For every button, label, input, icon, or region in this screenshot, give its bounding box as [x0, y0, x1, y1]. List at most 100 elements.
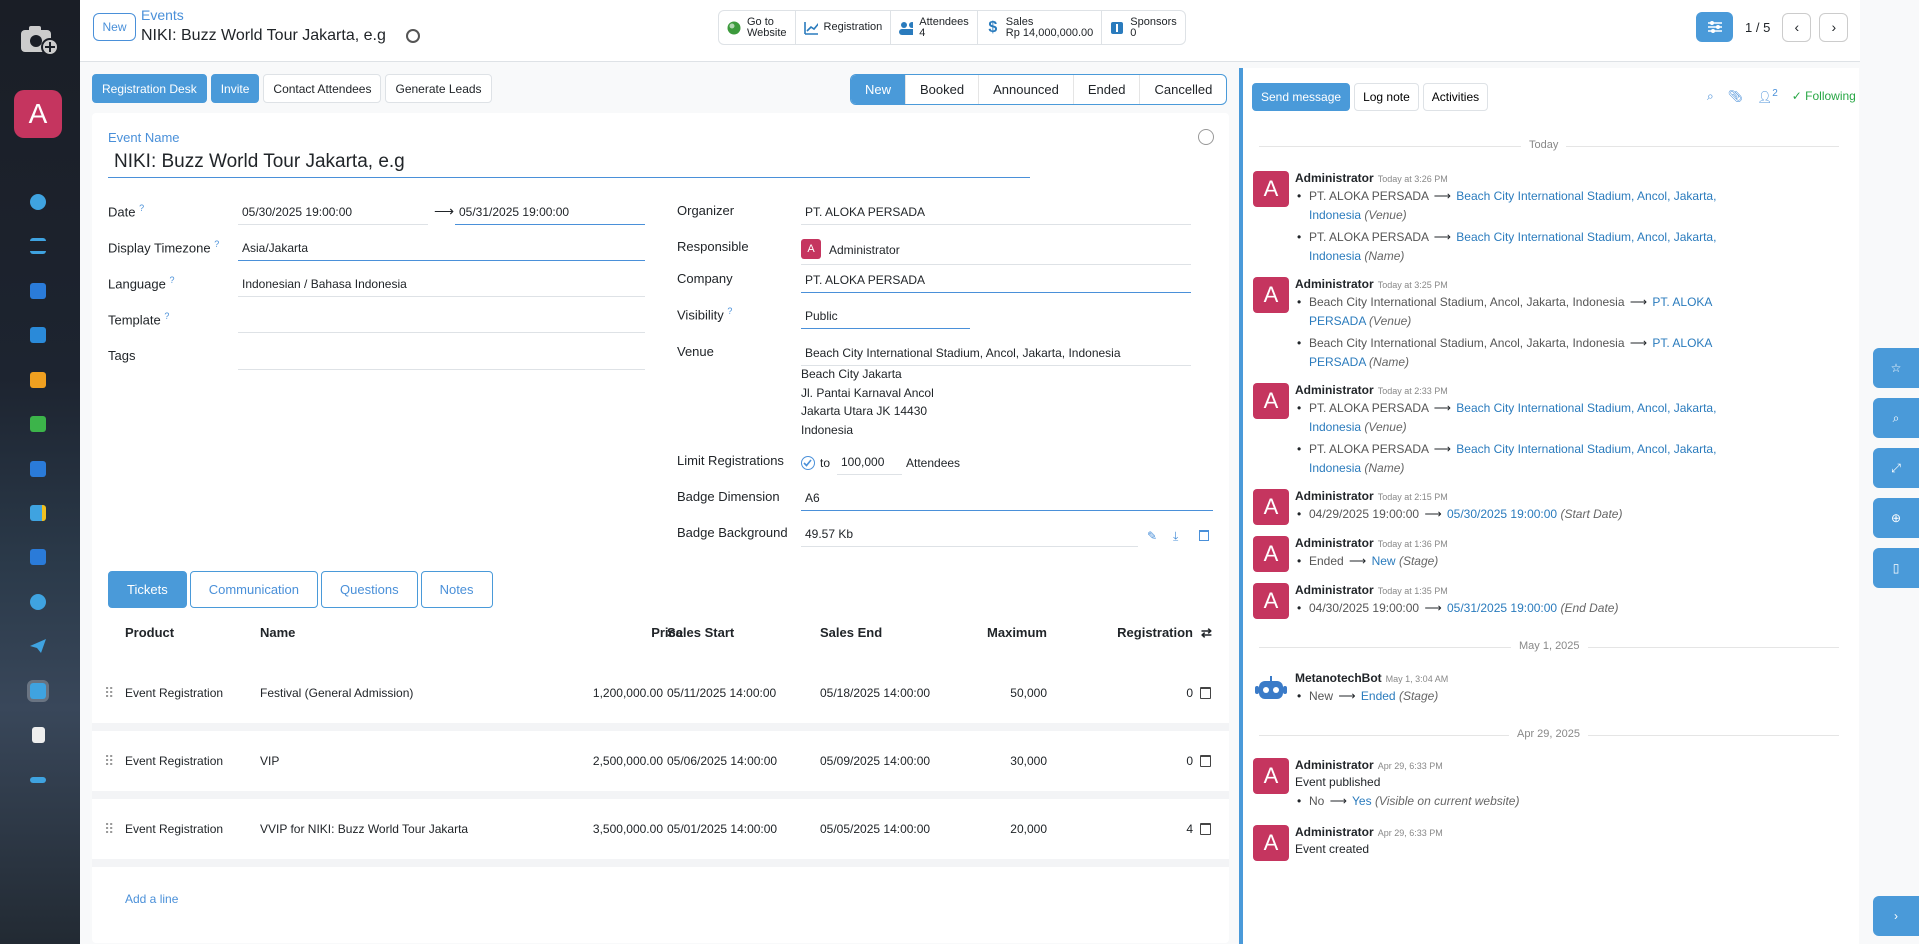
stage-announced[interactable]: Announced	[979, 75, 1074, 104]
generate-leads-button[interactable]: Generate Leads	[385, 74, 492, 103]
badge-dimension-select[interactable]: A6	[801, 491, 1213, 511]
pager-previous-button[interactable]: ‹	[1782, 12, 1812, 42]
download-icon[interactable]: ⤓	[1173, 529, 1178, 544]
breadcrumb-events[interactable]: Events	[141, 7, 184, 23]
limit-value-input[interactable]: 100,000	[837, 455, 902, 475]
followers-icon[interactable]: 👤︎2	[1757, 88, 1778, 104]
col-registration[interactable]: Registration	[1092, 625, 1193, 640]
event-name-input[interactable]: NIKI: Buzz World Tour Jakarta, e.g	[108, 149, 1030, 178]
author-avatar[interactable]: A	[1253, 277, 1289, 313]
zoom-icon[interactable]: ⊕	[1873, 498, 1919, 538]
venue-select[interactable]: Beach City International Stadium, Ancol,…	[801, 346, 1191, 366]
organizer-select[interactable]: PT. ALOKA PERSADA	[801, 205, 1191, 225]
tab-notes[interactable]: Notes	[420, 571, 493, 608]
template-select[interactable]	[238, 313, 645, 333]
limit-checkbox[interactable]	[801, 456, 815, 470]
company-select[interactable]: PT. ALOKA PERSADA	[801, 273, 1191, 293]
sponsors-stat-button[interactable]: Sponsors 0	[1102, 11, 1184, 44]
send-message-button[interactable]: Send message	[1252, 83, 1351, 111]
kanban-state-icon[interactable]	[1198, 129, 1214, 145]
trash-icon[interactable]	[1200, 823, 1211, 835]
social-app-icon[interactable]	[28, 592, 48, 612]
invite-button[interactable]: Invite	[210, 74, 260, 103]
registration-stat-button[interactable]: Registration	[796, 11, 892, 44]
events-app-icon[interactable]	[27, 680, 49, 702]
author-avatar[interactable]: A	[1253, 583, 1289, 619]
following-button[interactable]: ✓ Following	[1792, 89, 1856, 103]
badge-background-file[interactable]: 49.57 Kb	[801, 527, 1138, 547]
tab-communication[interactable]: Communication	[189, 571, 319, 608]
attendees-stat-button[interactable]: Attendees 4	[891, 11, 978, 44]
drag-handle-icon[interactable]: ⠿	[104, 685, 114, 702]
new-record-button[interactable]: New	[93, 13, 136, 41]
stage-cancelled[interactable]: Cancelled	[1140, 75, 1226, 104]
col-name[interactable]: Name	[260, 625, 295, 640]
more-apps-icon[interactable]	[28, 770, 48, 790]
author-avatar[interactable]: A	[1253, 383, 1289, 419]
bookmark-icon[interactable]: ▯	[1873, 548, 1919, 588]
stage-new[interactable]: New	[851, 75, 907, 104]
filter-settings-icon[interactable]	[1696, 12, 1733, 42]
tags-input[interactable]	[238, 350, 645, 370]
edit-pencil-icon[interactable]: ✎	[1147, 529, 1157, 543]
col-sales-end[interactable]: Sales End	[820, 625, 882, 640]
column-settings-icon[interactable]: ⇄	[1201, 625, 1212, 641]
sales-app-icon[interactable]	[28, 414, 48, 434]
camera-logo-icon[interactable]	[18, 18, 60, 60]
language-select[interactable]: Indonesian / Bahasa Indonesia	[238, 277, 645, 297]
visibility-select[interactable]: Public	[801, 309, 970, 329]
website-app-icon[interactable]	[28, 503, 48, 523]
favorite-star-icon[interactable]: ☆	[1873, 348, 1919, 388]
search-icon[interactable]: ⌕	[1873, 398, 1919, 438]
pager-next-button[interactable]: ›	[1819, 12, 1849, 42]
email-marketing-icon[interactable]	[28, 636, 48, 656]
dashboard-app-icon[interactable]	[28, 459, 48, 479]
date-start-input[interactable]: 05/30/2025 19:00:00	[238, 205, 428, 225]
search-icon[interactable]: ⌕	[1707, 89, 1714, 104]
attachment-icon[interactable]: 📎︎	[1728, 89, 1743, 103]
author-avatar[interactable]: A	[1253, 171, 1289, 207]
calendar-app-icon[interactable]	[28, 281, 48, 301]
author-avatar[interactable]: A	[1253, 758, 1289, 794]
todo-app-icon[interactable]	[28, 236, 48, 256]
table-row[interactable]: ⠿ Event Registration Festival (General A…	[92, 665, 1229, 731]
crm-app-icon[interactable]	[28, 370, 48, 390]
documents-app-icon[interactable]	[28, 725, 48, 745]
col-maximum[interactable]: Maximum	[967, 625, 1047, 640]
contact-attendees-button[interactable]: Contact Attendees	[263, 74, 382, 103]
author-avatar[interactable]: A	[1253, 489, 1289, 525]
drag-handle-icon[interactable]: ⠿	[104, 753, 114, 770]
user-avatar[interactable]: A	[14, 90, 62, 138]
stage-booked[interactable]: Booked	[906, 75, 980, 104]
bot-avatar-icon[interactable]	[1253, 671, 1289, 707]
tab-questions[interactable]: Questions	[321, 571, 418, 608]
date-end-input[interactable]: 05/31/2025 19:00:00	[455, 205, 645, 225]
trash-icon[interactable]	[1200, 755, 1211, 767]
drag-handle-icon[interactable]: ⠿	[104, 821, 114, 838]
tab-tickets[interactable]: Tickets	[108, 571, 187, 608]
pager-count[interactable]: 1 / 5	[1745, 20, 1770, 35]
trash-icon[interactable]	[1200, 687, 1211, 699]
author-avatar[interactable]: A	[1253, 825, 1289, 861]
table-row[interactable]: ⠿ Event Registration VVIP for NIKI: Buzz…	[92, 801, 1229, 867]
go-to-website-button[interactable]: Go to Website	[719, 11, 796, 44]
responsible-select[interactable]: A Administrator	[801, 239, 1191, 265]
author-avatar[interactable]: A	[1253, 536, 1289, 572]
add-line-link[interactable]: Add a line	[125, 892, 178, 906]
contacts-app-icon[interactable]	[28, 325, 48, 345]
gear-icon[interactable]	[406, 29, 420, 43]
col-product[interactable]: Product	[125, 625, 174, 640]
stage-ended[interactable]: Ended	[1074, 75, 1141, 104]
timezone-select[interactable]: Asia/Jakarta	[238, 241, 645, 261]
col-sales-start[interactable]: Sales Start	[667, 625, 734, 640]
sales-stat-button[interactable]: $ Sales Rp 14,000,000.00	[978, 11, 1103, 44]
discuss-app-icon[interactable]	[28, 192, 48, 212]
log-note-button[interactable]: Log note	[1354, 83, 1419, 111]
registration-desk-button[interactable]: Registration Desk	[92, 74, 207, 103]
reporting-app-icon[interactable]	[28, 547, 48, 567]
activities-button[interactable]: Activities	[1422, 83, 1489, 111]
collapse-chevron-icon[interactable]: ›	[1873, 896, 1919, 936]
expand-icon[interactable]: ⤢	[1873, 448, 1919, 488]
table-row[interactable]: ⠿ Event Registration VIP 2,500,000.00 05…	[92, 733, 1229, 799]
delete-file-icon[interactable]	[1199, 530, 1209, 541]
